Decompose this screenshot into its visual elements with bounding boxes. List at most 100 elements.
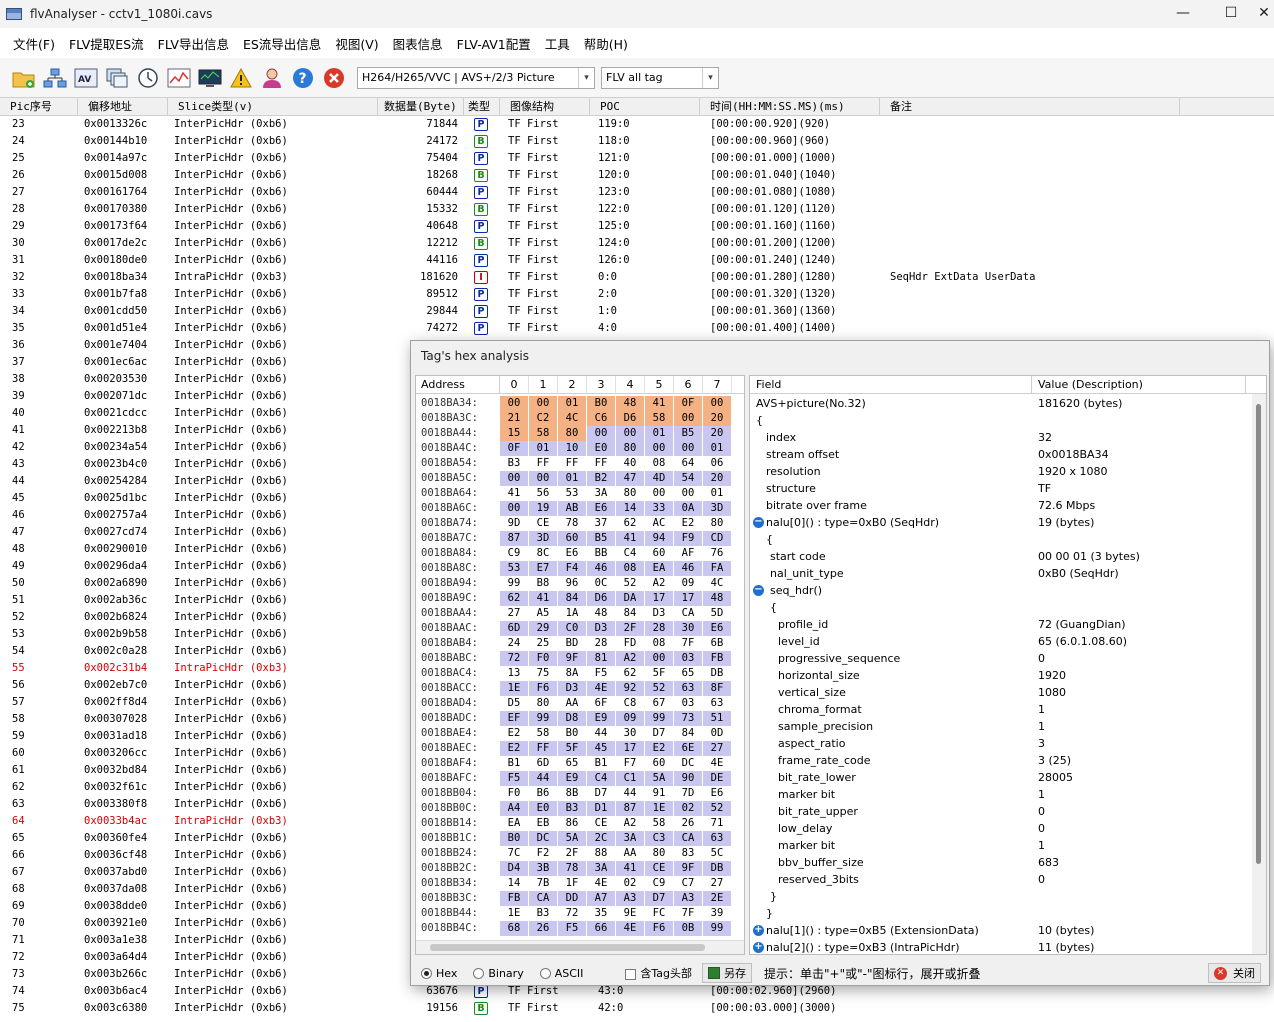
hex-byte[interactable]: 01: [645, 426, 673, 441]
line-chart-icon[interactable]: [165, 64, 192, 91]
hex-byte[interactable]: 40: [616, 456, 644, 471]
hex-byte[interactable]: 0F: [674, 396, 702, 411]
table-row[interactable]: 28 0x00170380 InterPicHdr (0xb6) 15332 B TF F…: [0, 201, 1274, 218]
field-row[interactable]: marker bit 1: [750, 837, 1266, 854]
hex-byte[interactable]: 62: [616, 666, 644, 681]
hex-byte[interactable]: 00: [587, 426, 615, 441]
hex-byte[interactable]: E6: [587, 501, 615, 516]
hex-byte[interactable]: DA: [616, 591, 644, 606]
hex-byte[interactable]: AF: [674, 546, 702, 561]
hex-byte[interactable]: B1: [500, 756, 528, 771]
col-offset[interactable]: 偏移地址: [78, 98, 168, 115]
hex-byte[interactable]: AB: [558, 501, 586, 516]
hex-byte[interactable]: C1: [616, 771, 644, 786]
field-row[interactable]: − seq_hdr(): [750, 582, 1266, 599]
table-row[interactable]: 27 0x00161764 InterPicHdr (0xb6) 60444 P TF F…: [0, 184, 1274, 201]
hex-byte[interactable]: E9: [558, 771, 586, 786]
hex-byte[interactable]: 52: [645, 681, 673, 696]
hex-byte[interactable]: 00: [500, 501, 528, 516]
include-tag-header-checkbox[interactable]: 含Tag头部: [625, 965, 692, 981]
hex-byte[interactable]: 58: [645, 816, 673, 831]
hex-byte[interactable]: 88: [587, 846, 615, 861]
hex-byte[interactable]: 02: [674, 801, 702, 816]
hex-byte[interactable]: 20: [703, 426, 731, 441]
field-row[interactable]: nal_unit_type 0xB0 (SeqHdr): [750, 565, 1266, 582]
hex-byte[interactable]: 6E: [674, 741, 702, 756]
hex-byte[interactable]: 01: [703, 486, 731, 501]
hex-byte[interactable]: F5: [587, 666, 615, 681]
collapse-icon[interactable]: −: [753, 517, 764, 528]
hex-byte[interactable]: 01: [558, 471, 586, 486]
field-row[interactable]: {: [750, 531, 1266, 548]
expand-icon[interactable]: +: [753, 942, 764, 953]
hex-byte[interactable]: E2: [500, 741, 528, 756]
hex-byte[interactable]: BD: [558, 636, 586, 651]
codec-select[interactable]: H264/H265/VVC | AVS+/2/3 Picture ▾: [357, 66, 595, 89]
hex-byte[interactable]: 84: [616, 606, 644, 621]
hex-byte[interactable]: 3D: [703, 501, 731, 516]
hex-byte[interactable]: 00: [645, 486, 673, 501]
hex-byte[interactable]: FF: [558, 456, 586, 471]
hex-byte[interactable]: D3: [587, 621, 615, 636]
hex-byte[interactable]: 2C: [587, 831, 615, 846]
hex-byte[interactable]: 51: [703, 711, 731, 726]
hex-byte[interactable]: 08: [616, 561, 644, 576]
user-icon[interactable]: [258, 64, 285, 91]
hex-byte[interactable]: 1A: [558, 606, 586, 621]
hex-byte[interactable]: 92: [616, 681, 644, 696]
hex-byte[interactable]: 17: [674, 591, 702, 606]
hex-byte[interactable]: 58: [529, 426, 557, 441]
binary-radio[interactable]: Binary: [473, 967, 524, 980]
hex-byte[interactable]: 01: [703, 441, 731, 456]
hex-byte[interactable]: 17: [645, 591, 673, 606]
field-vertical-scrollbar[interactable]: [1252, 394, 1266, 954]
hex-byte[interactable]: 46: [674, 561, 702, 576]
hex-byte[interactable]: 78: [558, 516, 586, 531]
save-as-button[interactable]: 另存: [702, 963, 753, 983]
table-row[interactable]: 23 0x0013326c InterPicHdr (0xb6) 71844 P TF F…: [0, 116, 1274, 133]
hex-byte[interactable]: 00: [529, 471, 557, 486]
warning-icon[interactable]: [227, 64, 254, 91]
field-row[interactable]: bbv_buffer_size 683: [750, 854, 1266, 871]
hex-byte[interactable]: C4: [616, 546, 644, 561]
field-row[interactable]: marker bit 1: [750, 786, 1266, 803]
hex-byte[interactable]: 3B: [529, 861, 557, 876]
hex-byte[interactable]: 60: [645, 756, 673, 771]
hex-byte[interactable]: 80: [645, 846, 673, 861]
hex-byte[interactable]: 44: [587, 726, 615, 741]
hex-byte[interactable]: 7D: [674, 786, 702, 801]
hex-byte[interactable]: DD: [558, 891, 586, 906]
field-row[interactable]: reserved_3bits 0: [750, 871, 1266, 888]
hex-byte[interactable]: 81: [587, 651, 615, 666]
tag-filter-select[interactable]: FLV all tag ▾: [601, 66, 719, 89]
field-row[interactable]: bit_rate_upper 0: [750, 803, 1266, 820]
close-dialog-button[interactable]: ✕ 关闭: [1208, 963, 1261, 983]
menu-flv-export-info[interactable]: FLV导出信息: [151, 34, 236, 53]
hex-byte[interactable]: 41: [616, 861, 644, 876]
hex-byte[interactable]: 00: [500, 396, 528, 411]
hex-byte[interactable]: CE: [645, 861, 673, 876]
hex-byte[interactable]: C8: [616, 696, 644, 711]
field-row[interactable]: }: [750, 888, 1266, 905]
hex-byte[interactable]: 3A: [616, 831, 644, 846]
col-time[interactable]: 时间(HH:MM:SS.MS)(ms): [700, 98, 880, 115]
hex-byte[interactable]: 80: [529, 696, 557, 711]
menu-tools[interactable]: 工具: [538, 34, 577, 53]
hex-byte[interactable]: 71: [703, 816, 731, 831]
hex-byte[interactable]: A2: [645, 576, 673, 591]
hex-byte[interactable]: 60: [558, 531, 586, 546]
hex-byte[interactable]: DC: [674, 756, 702, 771]
field-row[interactable]: start code 00 00 01 (3 bytes): [750, 548, 1266, 565]
hex-byte[interactable]: 8F: [703, 681, 731, 696]
hex-byte[interactable]: 08: [645, 456, 673, 471]
open-folder-icon[interactable]: [10, 64, 37, 91]
hex-byte[interactable]: 1F: [558, 876, 586, 891]
hex-byte[interactable]: 00: [529, 396, 557, 411]
scroll-thumb[interactable]: [1256, 404, 1261, 864]
hex-byte[interactable]: DB: [703, 861, 731, 876]
field-row[interactable]: horizontal_size 1920: [750, 667, 1266, 684]
hex-byte[interactable]: 33: [645, 501, 673, 516]
col-note[interactable]: 备注: [880, 98, 1180, 115]
field-row[interactable]: AVS+picture(No.32) 181620 (bytes): [750, 395, 1266, 412]
hex-byte[interactable]: 00: [674, 411, 702, 426]
